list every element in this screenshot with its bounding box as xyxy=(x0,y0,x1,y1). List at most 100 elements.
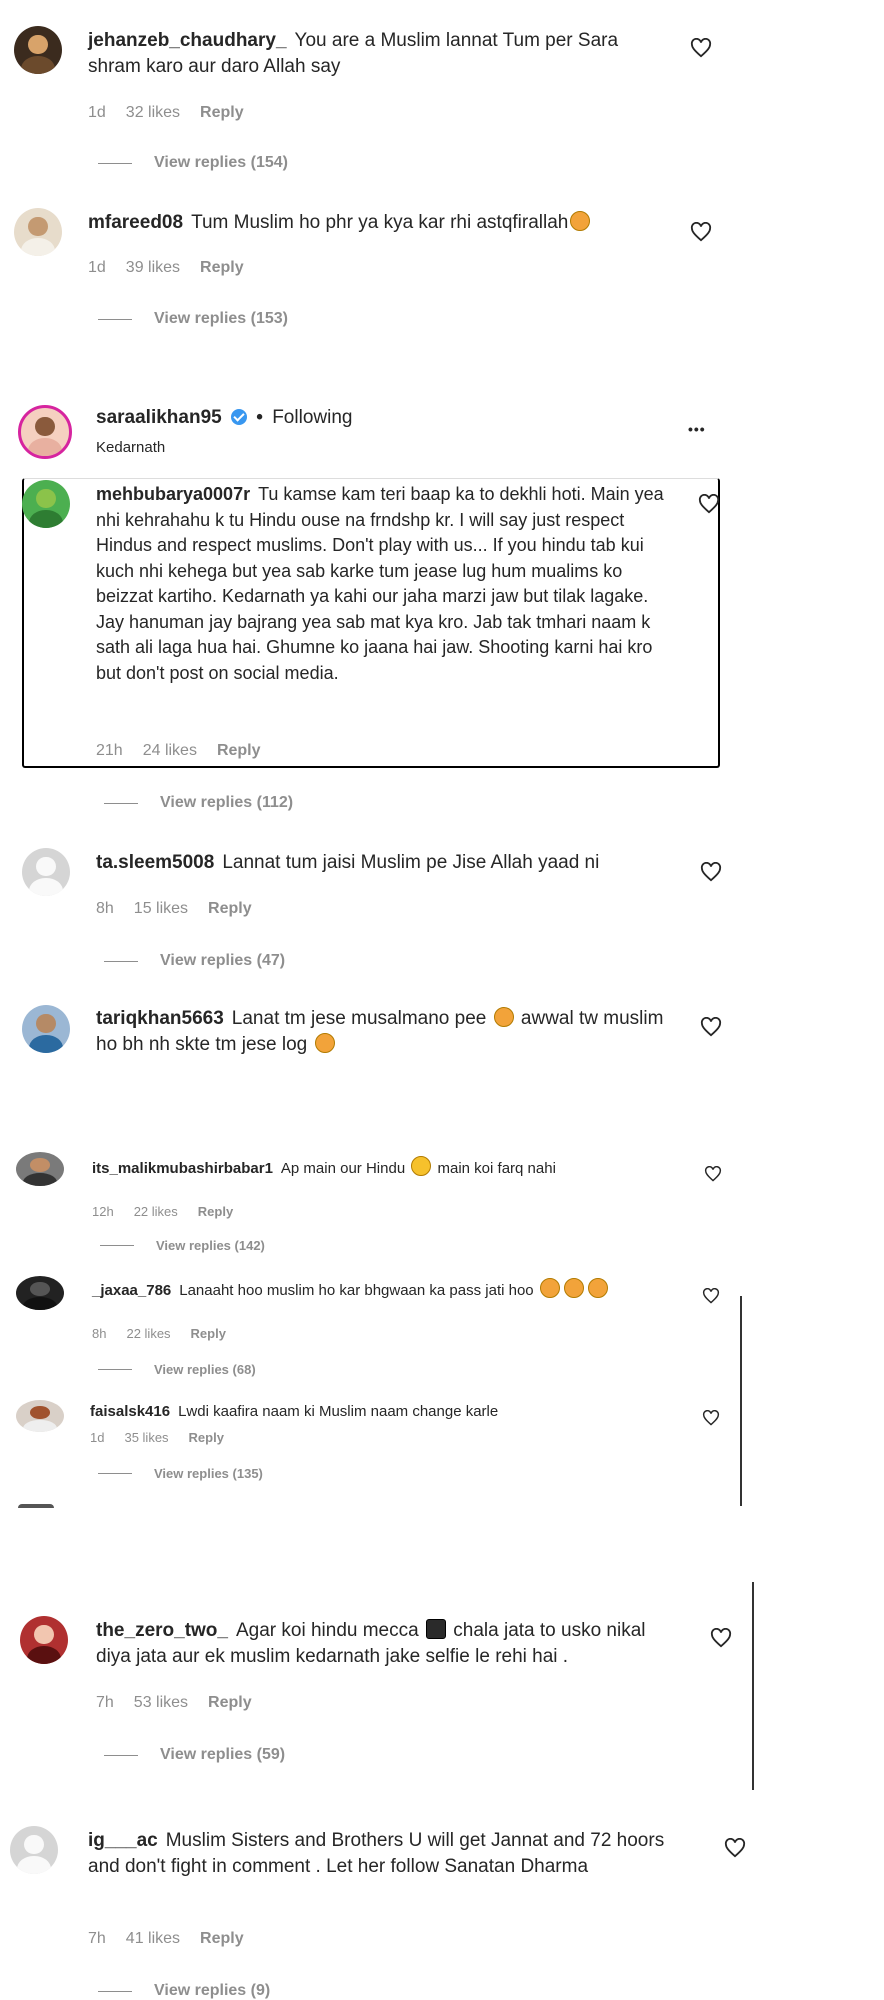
comment-username[interactable]: _jaxaa_786 xyxy=(92,1282,171,1299)
comment-time: 21h xyxy=(96,742,123,759)
comment-body: Muslim Sisters and Brothers U will get J… xyxy=(88,1830,665,1877)
like-heart-icon[interactable] xyxy=(702,1410,720,1426)
view-replies-button[interactable]: View replies (153) xyxy=(98,310,288,328)
comment-username[interactable]: ig___ac xyxy=(88,1830,158,1851)
comment-meta: 8h 22 likes Reply xyxy=(92,1326,246,1341)
comment-body-continued: main koi farq nahi xyxy=(437,1160,556,1177)
view-replies-button[interactable]: View replies (142) xyxy=(100,1238,265,1253)
like-heart-icon[interactable] xyxy=(704,1166,722,1182)
view-replies-button[interactable]: View replies (135) xyxy=(98,1466,263,1481)
comment-body: Tu kamse kam teri baap ka to dekhli hoti… xyxy=(96,484,664,683)
comment-username[interactable]: jehanzeb_chaudhary_ xyxy=(88,30,287,51)
comment-username[interactable]: mfareed08 xyxy=(88,212,183,233)
like-heart-icon[interactable] xyxy=(702,1288,720,1304)
comment-likes[interactable]: 22 likes xyxy=(134,1204,178,1219)
like-heart-icon[interactable] xyxy=(690,38,712,58)
comment-username[interactable]: ta.sleem5008 xyxy=(96,852,214,873)
comment-meta: 1d 32 likes Reply xyxy=(88,104,264,122)
avatar[interactable] xyxy=(16,1400,64,1432)
comment-likes[interactable]: 53 likes xyxy=(134,1694,188,1711)
comment-likes[interactable]: 35 likes xyxy=(124,1430,168,1445)
comment-text: mehbubarya0007r Tu kamse kam teri baap ka… xyxy=(96,482,666,686)
comment-likes[interactable]: 41 likes xyxy=(126,1930,180,1947)
following-button[interactable]: Following xyxy=(272,407,352,428)
crop-border-line xyxy=(740,1296,742,1506)
reply-button[interactable]: Reply xyxy=(191,1326,226,1341)
comment-username[interactable]: its_malikmubashirbabar1 xyxy=(92,1160,273,1177)
reply-button[interactable]: Reply xyxy=(189,1430,224,1445)
avatar[interactable] xyxy=(14,208,62,256)
comment-time: 1d xyxy=(88,104,106,121)
like-heart-icon[interactable] xyxy=(710,1628,732,1648)
view-replies-button[interactable]: View replies (59) xyxy=(104,1746,285,1764)
avatar[interactable] xyxy=(16,1152,64,1186)
comment-meta: 21h 24 likes Reply xyxy=(96,742,281,760)
comment-username[interactable]: the_zero_two_ xyxy=(96,1620,228,1641)
comment-text: the_zero_two_ Agar koi hindu mecca chala … xyxy=(96,1618,676,1670)
screaming-face-emoji-icon xyxy=(493,1007,514,1027)
verified-badge-icon xyxy=(230,409,247,425)
like-heart-icon[interactable] xyxy=(690,222,712,242)
comment-time: 8h xyxy=(96,900,114,917)
comment-text: jehanzeb_chaudhary_ You are a Muslim lann… xyxy=(88,28,668,80)
sad-face-emoji-icon xyxy=(314,1033,335,1053)
post-location[interactable]: Kedarnath xyxy=(96,439,165,456)
comment-meta: 7h 41 likes Reply xyxy=(88,1930,264,1948)
comment-username[interactable]: tariqkhan5663 xyxy=(96,1008,224,1029)
comment-likes[interactable]: 39 likes xyxy=(126,259,180,276)
comment-body: Lannat tum jaisi Muslim pe Jise Allah ya… xyxy=(222,852,600,873)
avatar[interactable] xyxy=(22,1005,70,1053)
view-replies-button[interactable]: View replies (47) xyxy=(104,952,285,970)
view-replies-button[interactable]: View replies (112) xyxy=(104,794,293,812)
reply-button[interactable]: Reply xyxy=(208,900,252,917)
crown-emoji-icon xyxy=(411,1156,432,1176)
reply-button[interactable]: Reply xyxy=(208,1694,252,1711)
avatar[interactable] xyxy=(10,1826,58,1874)
comment-likes[interactable]: 22 likes xyxy=(126,1326,170,1341)
comment-text: ta.sleem5008 Lannat tum jaisi Muslim pe J… xyxy=(96,850,666,876)
comment-text: _jaxaa_786 Lanaaht hoo muslim ho kar bhgw… xyxy=(92,1278,662,1301)
post-header: saraalikhan95 • Following Kedarnath ••• xyxy=(0,395,884,475)
avatar[interactable] xyxy=(16,1276,64,1310)
view-replies-button[interactable]: View replies (68) xyxy=(98,1362,256,1377)
reply-button[interactable]: Reply xyxy=(200,259,244,276)
sad-face-emoji-icon xyxy=(563,1278,584,1298)
comment-likes[interactable]: 24 likes xyxy=(143,742,197,759)
comment-text: mfareed08 Tum Muslim ho phr ya kya kar rh… xyxy=(88,210,668,236)
comment-body: Lanaaht hoo muslim ho kar bhgwaan ka pas… xyxy=(179,1282,534,1299)
post-author-username[interactable]: saraalikhan95 xyxy=(96,407,222,428)
post-author-line: saraalikhan95 • Following xyxy=(96,407,352,429)
view-replies-button[interactable]: View replies (154) xyxy=(98,154,288,172)
comment-text: tariqkhan5663 Lanat tm jese musalmano pee… xyxy=(96,1006,666,1058)
avatar[interactable] xyxy=(22,848,70,896)
avatar[interactable] xyxy=(20,1616,68,1664)
comment-username[interactable]: faisalsk416 xyxy=(90,1403,170,1420)
reply-button[interactable]: Reply xyxy=(200,1930,244,1947)
reply-button[interactable]: Reply xyxy=(217,742,261,759)
comment-username[interactable]: mehbubarya0007r xyxy=(96,484,250,504)
sad-face-emoji-icon xyxy=(539,1278,560,1298)
more-options-icon[interactable]: ••• xyxy=(688,421,706,437)
comment-likes[interactable]: 32 likes xyxy=(126,104,180,121)
avatar[interactable] xyxy=(14,26,62,74)
comment-meta: 1d 39 likes Reply xyxy=(88,259,264,277)
comment-body: Ap main our Hindu xyxy=(280,1160,406,1177)
comment-body: Lanat tm jese musalmano pee xyxy=(231,1008,487,1029)
comment-meta: 1d 35 likes Reply xyxy=(90,1430,244,1445)
comment-likes[interactable]: 15 likes xyxy=(134,900,188,917)
view-replies-button[interactable]: View replies (9) xyxy=(98,1982,270,2000)
like-heart-icon[interactable] xyxy=(700,1017,722,1037)
like-heart-icon[interactable] xyxy=(724,1838,746,1858)
avatar[interactable] xyxy=(22,480,70,528)
reply-button[interactable]: Reply xyxy=(198,1204,233,1219)
sad-face-emoji-icon xyxy=(570,211,591,231)
reply-button[interactable]: Reply xyxy=(200,104,244,121)
like-heart-icon[interactable] xyxy=(698,494,720,514)
comment-body: Tum Muslim ho phr ya kya kar rhi astqfir… xyxy=(191,212,569,233)
post-author-avatar[interactable] xyxy=(18,405,72,459)
comment-time: 12h xyxy=(92,1204,114,1219)
separator-dot: • xyxy=(256,407,263,428)
like-heart-icon[interactable] xyxy=(700,862,722,882)
comment-body: Lwdi kaafira naam ki Muslim naam change … xyxy=(178,1403,499,1420)
comment-text: its_malikmubashirbabar1 Ap main our Hindu… xyxy=(92,1156,682,1179)
